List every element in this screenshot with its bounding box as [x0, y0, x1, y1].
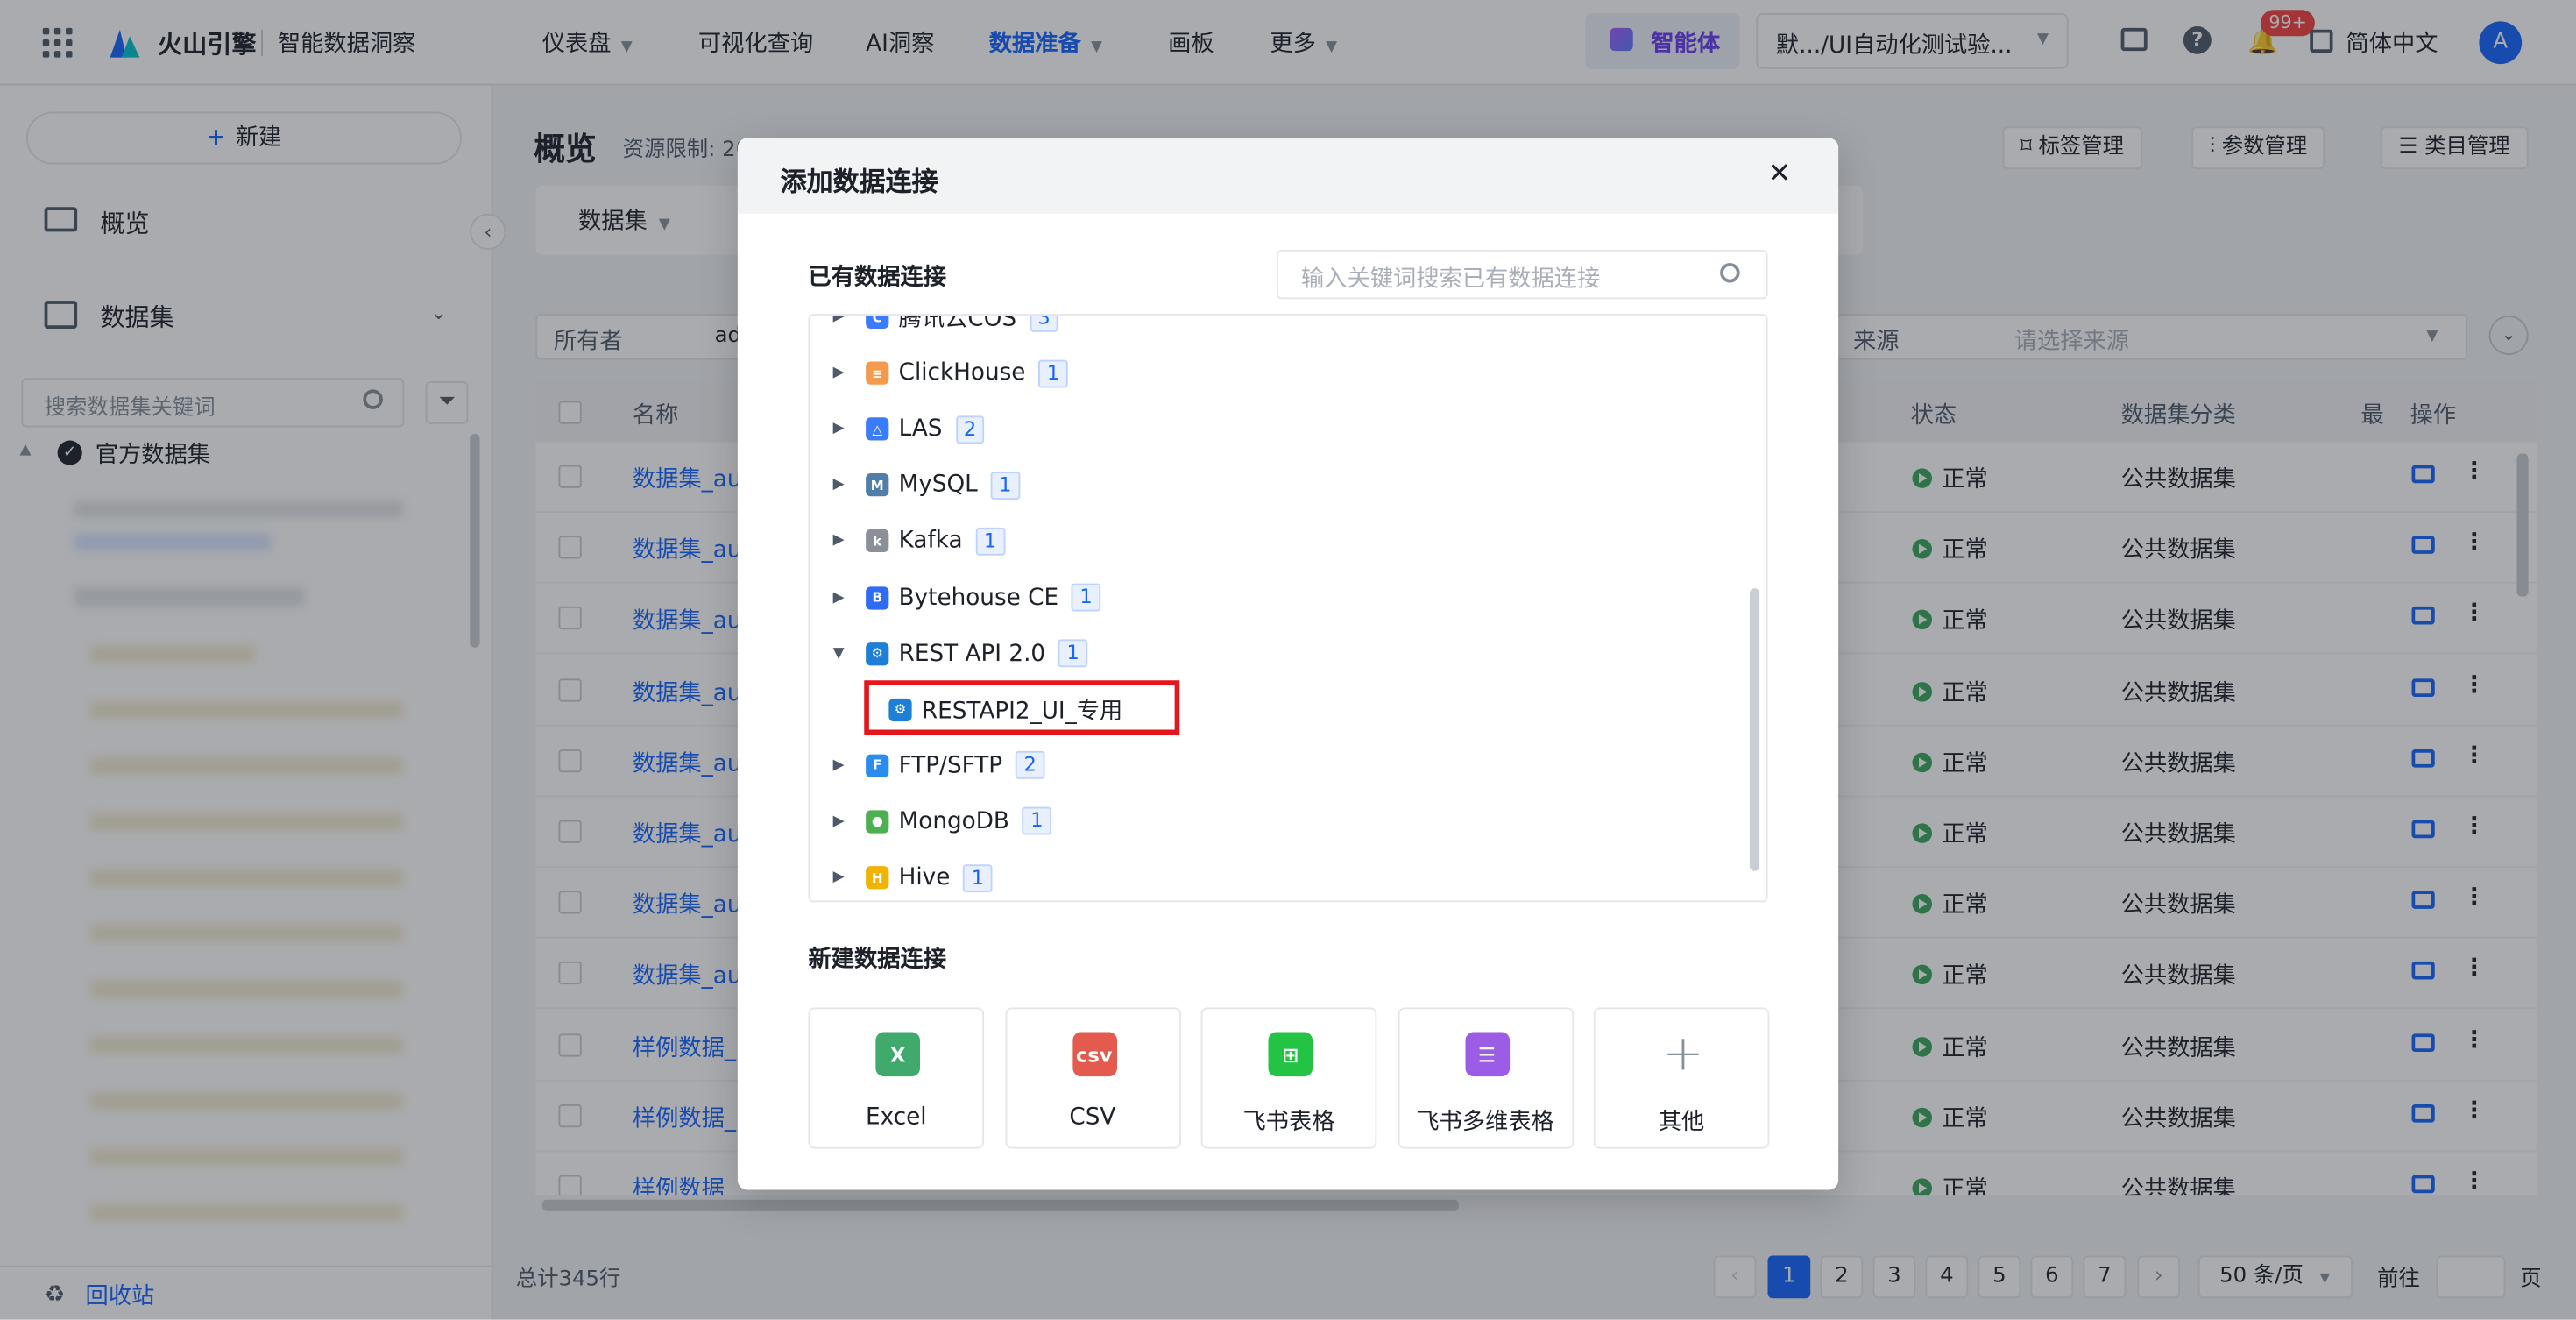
connection-count-badge: 1: [1072, 583, 1101, 612]
datasource-icon: ≡: [866, 361, 889, 385]
datasource-icon: B: [866, 585, 889, 609]
expand-arrow-icon[interactable]: ▶: [833, 869, 850, 886]
new-connection-card[interactable]: ☰ 飞书多维表格: [1397, 1007, 1574, 1149]
dialog-header: 添加数据连接 ✕: [737, 138, 1839, 214]
connection-name: ClickHouse: [898, 359, 1026, 387]
connection-name: MongoDB: [898, 808, 1009, 835]
connection-name: MySQL: [898, 472, 978, 499]
tree-node-connection-type[interactable]: ▶ ● MongoDB 1: [810, 793, 1730, 849]
dialog-title: 添加数据连接: [780, 166, 938, 197]
expand-arrow-icon[interactable]: ▶: [833, 421, 850, 437]
connection-name: Kafka: [898, 528, 963, 555]
new-connection-card[interactable]: + 其他: [1593, 1007, 1770, 1149]
expand-arrow-icon[interactable]: ▶: [833, 813, 850, 830]
datasource-icon: M: [866, 473, 889, 497]
connection-name: FTP/SFTP: [898, 752, 1003, 779]
connection-name: 腾讯云COS: [898, 314, 1017, 332]
connection-name: Hive: [898, 864, 951, 891]
tree-node-connection-type[interactable]: ▶ k Kafka 1: [810, 514, 1730, 570]
existing-connections-label: 已有数据连接: [808, 264, 947, 291]
tree-node-connection-type[interactable]: ▶ H Hive 1: [810, 849, 1730, 900]
datasource-icon: H: [866, 866, 889, 890]
connection-name: REST API 2.0: [898, 640, 1046, 667]
expand-arrow-icon[interactable]: ▶: [833, 365, 850, 381]
connection-name: Bytehouse CE: [898, 584, 1059, 611]
connection-count-badge: 1: [1038, 358, 1068, 387]
new-connection-label: 新建数据连接: [808, 947, 947, 973]
datasource-icon: ●: [866, 810, 889, 834]
connection-count-badge: 1: [1022, 807, 1051, 836]
tree-node-connection-type[interactable]: ▶ F FTP/SFTP 2: [810, 737, 1730, 793]
expand-arrow-icon[interactable]: ▶: [833, 533, 850, 550]
connection-count-badge: 2: [1016, 751, 1045, 780]
connection-search-input[interactable]: 输入关键词搜索已有数据连接: [1276, 250, 1768, 300]
close-icon[interactable]: ✕: [1768, 158, 1792, 191]
datasource-icon: k: [866, 529, 889, 553]
feishu-bitable-icon: ☰: [1464, 1032, 1510, 1077]
card-label: 飞书多维表格: [1416, 1109, 1554, 1136]
tree-leaf-connection[interactable]: ⚙ RESTAPI2_UI_专用: [810, 679, 1730, 738]
feishu-sheet-icon: ⊞: [1268, 1032, 1313, 1077]
card-label: 其他: [1658, 1109, 1705, 1136]
tree-node-connection-type[interactable]: ▶ ≡ ClickHouse 1: [810, 345, 1730, 401]
plus-icon: +: [1662, 1025, 1704, 1083]
card-label: Excel: [866, 1104, 927, 1131]
card-label: 飞书表格: [1242, 1109, 1335, 1136]
connection-count-badge: 3: [1030, 316, 1059, 331]
excel-icon: X: [875, 1032, 920, 1077]
connection-count-badge: 1: [975, 527, 1005, 556]
datasource-icon: C: [866, 316, 889, 329]
tree-node-connection-type[interactable]: ▶ M MySQL 1: [810, 458, 1730, 514]
connection-count-badge: 2: [955, 415, 985, 444]
expand-arrow-icon[interactable]: ▼: [833, 645, 850, 662]
tree-node-connection-type[interactable]: ▶ C 腾讯云COS 3: [810, 314, 1730, 345]
tree-node-connection-type[interactable]: ▼ ⚙ REST API 2.0 1: [810, 626, 1730, 682]
connection-tree: ▶ C 腾讯云COS 3 ▶ ≡ ClickHouse 1 ▶ △ LAS 2 …: [808, 314, 1768, 903]
expand-arrow-icon[interactable]: ▶: [833, 477, 850, 493]
card-label: CSV: [1069, 1104, 1116, 1131]
new-connection-card[interactable]: ⊞ 飞书表格: [1200, 1007, 1377, 1149]
datasource-icon: ⚙: [866, 642, 889, 665]
expand-arrow-icon[interactable]: ▶: [833, 757, 850, 774]
expand-arrow-icon[interactable]: ▶: [833, 316, 850, 325]
add-data-connection-dialog: 添加数据连接 ✕ 已有数据连接 输入关键词搜索已有数据连接 ▶ C 腾讯云COS…: [737, 138, 1839, 1190]
csv-icon: csv: [1072, 1032, 1117, 1077]
connection-count-badge: 1: [963, 863, 993, 892]
highlight-box: [864, 679, 1180, 735]
tree-node-connection-type[interactable]: ▶ △ LAS 2: [810, 401, 1730, 458]
new-connection-card[interactable]: csv CSV: [1004, 1007, 1181, 1149]
connection-count-badge: 1: [990, 471, 1020, 500]
search-icon: [1720, 263, 1740, 283]
expand-arrow-icon[interactable]: ▶: [833, 589, 850, 606]
tree-node-connection-type[interactable]: ▶ B Bytehouse CE 1: [810, 570, 1730, 626]
connection-search-placeholder: 输入关键词搜索已有数据连接: [1301, 266, 1601, 293]
datasource-icon: F: [866, 754, 889, 777]
tree-scrollbar[interactable]: [1749, 588, 1760, 871]
new-connection-card[interactable]: X Excel: [808, 1007, 985, 1149]
connection-name: LAS: [898, 415, 943, 443]
datasource-icon: △: [866, 417, 889, 441]
connection-count-badge: 1: [1058, 639, 1088, 668]
